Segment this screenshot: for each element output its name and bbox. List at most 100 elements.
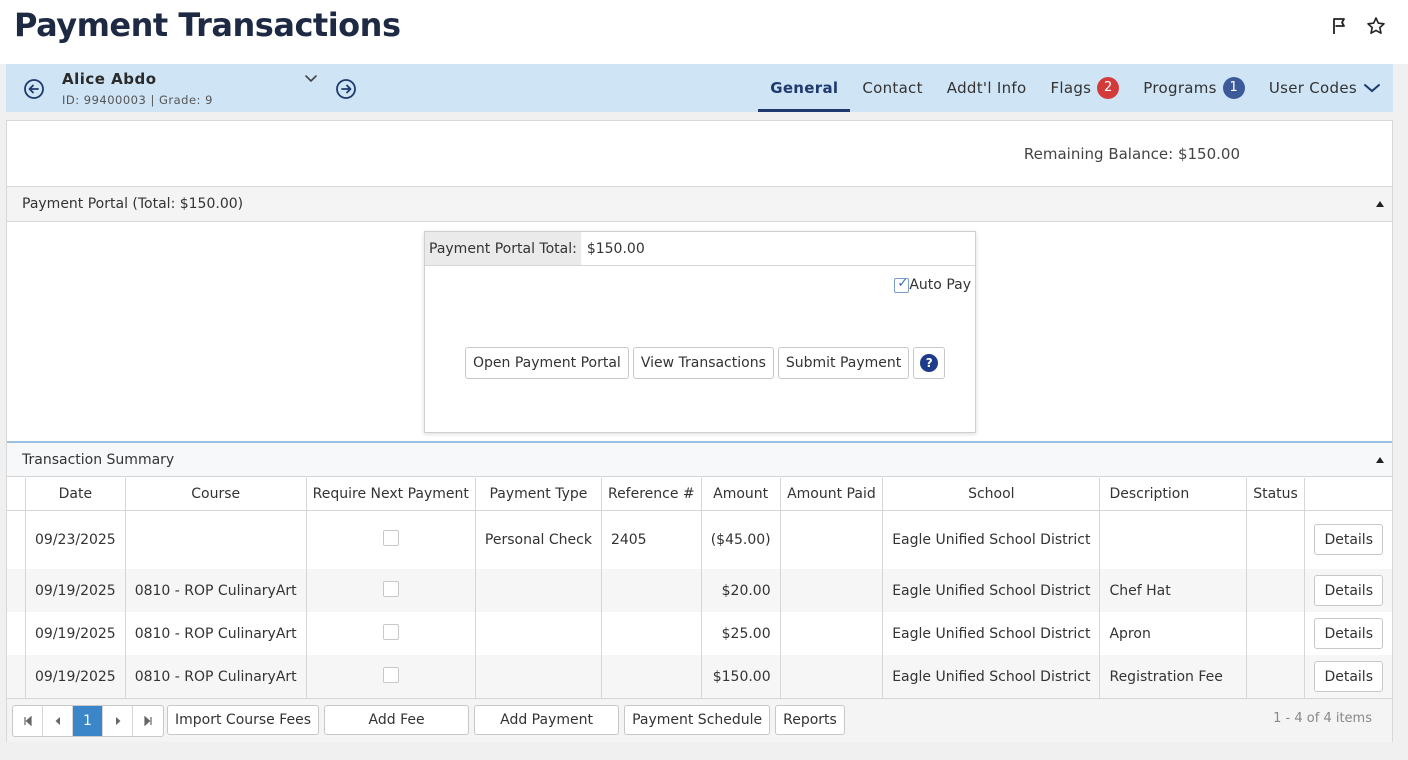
chevron-down-icon[interactable] (304, 73, 318, 85)
tab-flags[interactable]: Flags 2 (1038, 64, 1131, 112)
table-footer: 1 Import Course Fees Add Fee Add Payment… (7, 698, 1392, 742)
import-course-fees-button[interactable]: Import Course Fees (167, 705, 320, 735)
row-spacer (7, 510, 26, 569)
table-row: 09/19/2025 0810 - ROP CulinaryArt $25.00… (7, 612, 1392, 655)
payment-portal-panel-header[interactable]: Payment Portal (Total: $150.00) (7, 186, 1392, 222)
column-header-reference[interactable]: Reference # (601, 478, 702, 511)
view-transactions-button[interactable]: View Transactions (632, 347, 774, 379)
next-student-icon[interactable] (335, 78, 357, 100)
table-row: 09/19/2025 0810 - ROP CulinaryArt $150.0… (7, 655, 1392, 698)
items-count: 1 - 4 of 4 items (1273, 711, 1372, 726)
cell-amount: $20.00 (701, 569, 781, 612)
next-page-icon[interactable] (103, 706, 133, 736)
student-bar: Alice Abdo ID: 99400003 | Grade: 9 Gener… (6, 64, 1393, 112)
column-header-course[interactable]: Course (125, 478, 307, 511)
cell-require-next-payment (306, 612, 476, 655)
cell-actions: Details (1304, 655, 1392, 698)
cell-require-next-payment (306, 569, 476, 612)
cell-status (1246, 612, 1306, 655)
row-spacer (7, 612, 26, 655)
tab-general[interactable]: General (758, 64, 851, 112)
tab-label: Programs (1143, 79, 1217, 97)
cell-date: 09/19/2025 (25, 655, 126, 698)
portal-total-value: $150.00 (586, 240, 645, 257)
cell-amount: $25.00 (701, 612, 781, 655)
row-spacer (7, 569, 26, 612)
cell-amount-paid (780, 510, 884, 569)
details-button[interactable]: Details (1314, 661, 1383, 692)
cell-status (1246, 655, 1306, 698)
panel-title: Payment Portal (Total: $150.00) (22, 196, 244, 212)
header-actions (1330, 16, 1386, 36)
cell-reference (601, 569, 702, 612)
pager: 1 (12, 705, 164, 737)
student-name: Alice Abdo (62, 70, 157, 88)
tab-label: Flags (1050, 79, 1092, 97)
column-header-school[interactable]: School (882, 478, 1101, 511)
cell-course: 0810 - ROP CulinaryArt (125, 655, 307, 698)
cell-date: 09/23/2025 (25, 510, 126, 569)
table-row: 09/23/2025 Personal Check 2405 ($45.00) … (7, 510, 1392, 569)
cell-amount-paid (780, 569, 884, 612)
payment-schedule-button[interactable]: Payment Schedule (624, 705, 771, 735)
column-header-require-next-payment[interactable]: Require Next Payment (306, 478, 476, 511)
chevron-down-icon (1364, 84, 1380, 93)
add-payment-button[interactable]: Add Payment (474, 705, 620, 735)
last-page-icon[interactable] (133, 706, 163, 736)
tab-addtl-info[interactable]: Addt'l Info (935, 64, 1039, 112)
flag-icon[interactable] (1330, 16, 1350, 36)
flags-count-badge: 2 (1097, 77, 1120, 99)
first-page-icon[interactable] (13, 706, 43, 736)
details-button[interactable]: Details (1314, 524, 1383, 556)
details-button[interactable]: Details (1314, 575, 1383, 606)
transaction-summary-panel-header[interactable]: Transaction Summary (7, 441, 1392, 477)
autopay-toggle[interactable]: Auto Pay (894, 276, 971, 293)
collapse-caret-icon[interactable] (1376, 457, 1384, 463)
page-title: Payment Transactions (14, 6, 401, 44)
previous-student-icon[interactable] (23, 78, 45, 100)
open-payment-portal-button[interactable]: Open Payment Portal (465, 347, 629, 379)
panel-title: Transaction Summary (22, 452, 175, 468)
details-button[interactable]: Details (1314, 618, 1383, 649)
row-spacer (7, 655, 26, 698)
cell-require-next-payment (306, 510, 476, 569)
column-header (7, 478, 26, 511)
require-next-payment-checkbox[interactable] (382, 623, 399, 640)
footer-actions: Import Course Fees Add Fee Add Payment P… (167, 705, 845, 735)
cell-amount: $150.00 (701, 655, 781, 698)
cell-payment-type (475, 569, 602, 612)
column-header-amount-paid[interactable]: Amount Paid (780, 478, 884, 511)
table-row: 09/19/2025 0810 - ROP CulinaryArt $20.00… (7, 569, 1392, 612)
tab-user-codes[interactable]: User Codes (1257, 64, 1393, 112)
tab-programs[interactable]: Programs 1 (1131, 64, 1257, 112)
column-header-status[interactable]: Status (1246, 478, 1306, 511)
portal-total-label: Payment Portal Total: (425, 232, 581, 265)
collapse-caret-icon[interactable] (1376, 201, 1384, 207)
current-page-button[interactable]: 1 (73, 706, 103, 736)
cell-actions: Details (1305, 612, 1392, 655)
cell-school: Eagle Unified School District (882, 655, 1101, 698)
star-icon[interactable] (1366, 16, 1386, 36)
column-header-amount[interactable]: Amount (701, 478, 781, 511)
column-header-date[interactable]: Date (25, 478, 126, 511)
column-header-actions (1304, 478, 1392, 511)
require-next-payment-checkbox[interactable] (382, 580, 399, 597)
add-fee-button[interactable]: Add Fee (324, 705, 470, 735)
tab-contact[interactable]: Contact (850, 64, 934, 112)
table-header-row: Date Course Require Next Payment Payment… (7, 478, 1392, 511)
cell-date: 09/19/2025 (25, 569, 126, 612)
transaction-table: Date Course Require Next Payment Payment… (7, 478, 1392, 698)
require-next-payment-checkbox[interactable] (382, 666, 399, 683)
student-meta: ID: 99400003 | Grade: 9 (62, 93, 213, 107)
autopay-label: Auto Pay (909, 277, 971, 293)
column-header-payment-type[interactable]: Payment Type (475, 478, 602, 511)
help-button[interactable]: ? (913, 347, 946, 379)
programs-count-badge: 1 (1222, 77, 1245, 99)
reports-button[interactable]: Reports (775, 705, 845, 735)
autopay-checkbox[interactable] (894, 276, 910, 293)
previous-page-icon[interactable] (43, 706, 73, 736)
cell-amount: ($45.00) (701, 510, 781, 569)
column-header-description[interactable]: Description (1099, 478, 1247, 511)
require-next-payment-checkbox[interactable] (382, 529, 399, 546)
submit-payment-button[interactable]: Submit Payment (777, 347, 910, 379)
